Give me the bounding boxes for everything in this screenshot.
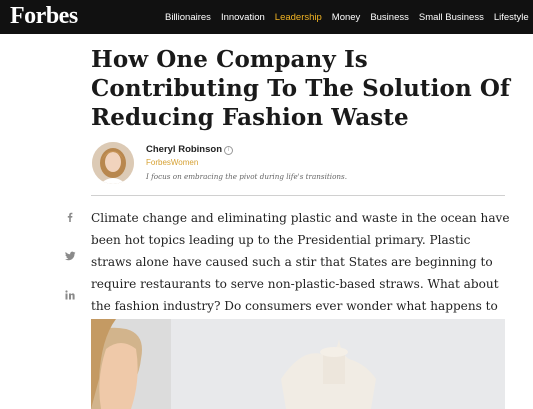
facebook-share-button[interactable] [62, 209, 78, 225]
nav-item-business[interactable]: Business [370, 12, 409, 23]
author-avatar[interactable] [92, 142, 134, 184]
info-icon[interactable]: i [224, 146, 233, 155]
author-name[interactable]: Cheryl Robinson [146, 144, 222, 155]
linkedin-share-button[interactable] [62, 287, 78, 303]
facebook-icon [67, 212, 73, 222]
author-section-link[interactable]: ForbesWomen [146, 158, 198, 167]
byline-divider [91, 195, 505, 196]
twitter-share-button[interactable] [62, 248, 78, 264]
nav-item-leadership[interactable]: Leadership [275, 12, 322, 23]
author-byline: Cheryl Robinson i ForbesWomen I focus on… [91, 142, 506, 186]
twitter-icon [64, 251, 75, 261]
nav-item-small-business[interactable]: Small Business [419, 12, 484, 23]
linkedin-icon [65, 290, 75, 300]
author-bio: I focus on embracing the pivot during li… [146, 172, 348, 181]
top-navigation-bar: Forbes Billionaires Innovation Leadershi… [0, 0, 533, 34]
article-hero-image [91, 319, 505, 409]
author-photo [92, 142, 134, 184]
nav-item-lifestyle[interactable]: Lifestyle [494, 12, 529, 23]
forbes-logo[interactable]: Forbes [10, 1, 78, 31]
nav-item-money[interactable]: Money [332, 12, 361, 23]
main-nav: Billionaires Innovation Leadership Money… [165, 0, 533, 34]
nav-item-billionaires[interactable]: Billionaires [165, 12, 211, 23]
nav-item-innovation[interactable]: Innovation [221, 12, 265, 23]
article-headline: How One Company Is Contributing To The S… [91, 46, 510, 131]
hero-photo [91, 319, 505, 409]
